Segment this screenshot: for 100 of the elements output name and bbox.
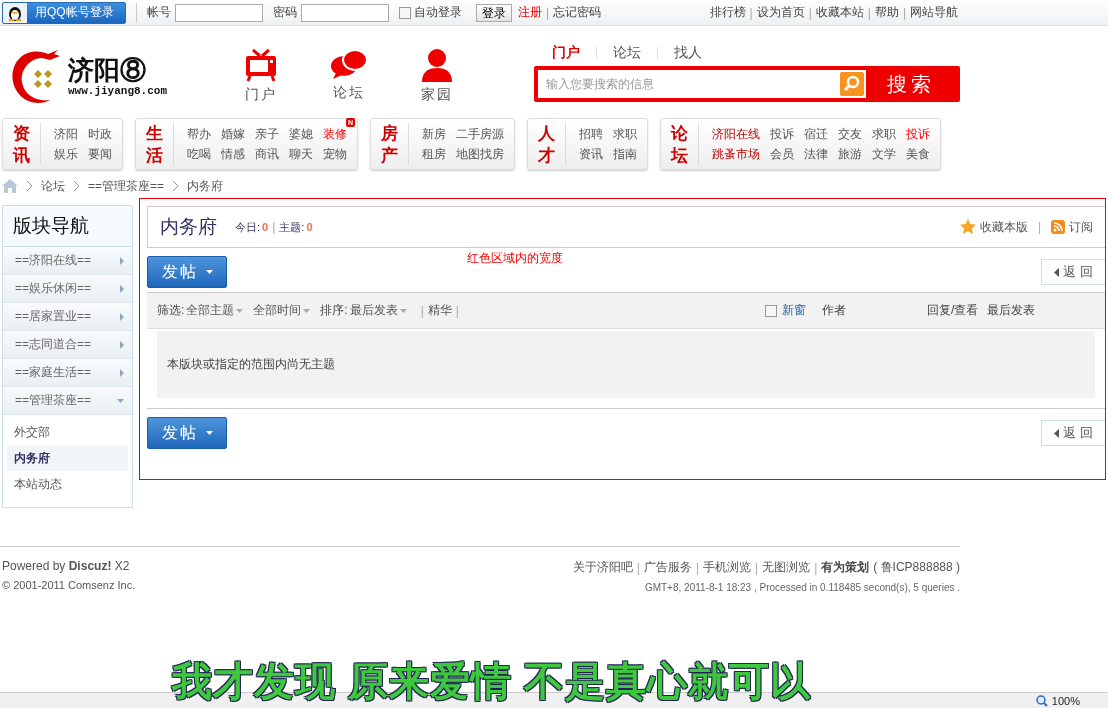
category-link[interactable]: 帮办 [187, 125, 211, 143]
separator: | [636, 560, 640, 575]
breadcrumb-link[interactable]: 论坛 [41, 177, 65, 195]
search-icon[interactable] [840, 72, 864, 96]
category-link[interactable]: 投诉 [770, 125, 794, 143]
forum-title: 内务府 [160, 215, 217, 239]
breadcrumb-link[interactable]: 内务府 [187, 177, 224, 195]
logo-text: 济阳⑧ [68, 55, 147, 85]
sidebar-item[interactable]: 外交部 [7, 419, 128, 445]
qq-login-button[interactable]: 用QQ帐号登录 [2, 1, 126, 24]
category-link[interactable]: 济阳 [54, 125, 78, 143]
new-window-option[interactable]: 新窗 [765, 302, 822, 319]
category-link[interactable]: 旅游 [838, 145, 862, 163]
filter-dropdown[interactable]: 排序: 最后发表 [320, 302, 407, 319]
footer-link[interactable]: 广告服务 [643, 559, 692, 576]
top-link[interactable]: 收藏本站 [815, 4, 864, 21]
forum-stat: 今日: 0 [235, 219, 269, 235]
category-link[interactable]: 新房 [422, 125, 446, 143]
category-link[interactable]: 装修 [323, 125, 347, 143]
caret-icon [236, 308, 244, 313]
chevron-right-icon [120, 340, 124, 349]
auto-login-checkbox[interactable] [399, 6, 411, 19]
category-link[interactable]: 亲子 [255, 125, 279, 143]
nav-item[interactable]: 门户 [238, 48, 284, 104]
sidebar-section[interactable]: ==家庭生活== [3, 359, 132, 387]
category-link[interactable]: 投诉 [906, 125, 930, 143]
chat-icon [330, 48, 368, 80]
category-link[interactable]: 情感 [221, 145, 245, 163]
search-box[interactable]: 输入您要搜索的信息 [538, 70, 866, 98]
lyric-subtitle: 我才发现 原来爱情 不是真心就可以 [172, 658, 812, 705]
back-arrow-icon [1054, 428, 1060, 438]
chevron-right-icon [120, 284, 124, 293]
sidebar-item[interactable]: 本站动态 [7, 471, 128, 497]
digest-link[interactable]: 精华 [427, 302, 452, 319]
server-info-text: GMT+8, 2011-8-1 18:23 , Processed in 0.118485 second(s), 5 queries . [644, 582, 960, 593]
category-link[interactable]: 法律 [804, 145, 828, 163]
category-link[interactable]: 聊天 [289, 145, 313, 163]
category-link[interactable]: 时政 [88, 125, 112, 143]
category-link[interactable]: 资讯 [579, 145, 603, 163]
nav-item[interactable]: 家园 [414, 48, 460, 104]
tv-icon [244, 48, 278, 82]
category-link[interactable]: 吃喝 [187, 145, 211, 163]
top-link[interactable]: 忘记密码 [553, 4, 602, 21]
sidebar-section[interactable]: ==志同道合== [3, 331, 132, 359]
account-field[interactable] [175, 3, 263, 22]
footer-link[interactable]: 关于济阳吧 [572, 559, 633, 576]
nav-item[interactable]: 论坛 [326, 48, 372, 104]
category-link[interactable]: 交友 [838, 125, 862, 143]
category-link[interactable]: 指南 [613, 145, 637, 163]
search-tab[interactable]: 论坛 [613, 44, 641, 62]
top-link[interactable]: 帮助 [874, 4, 899, 21]
back-button[interactable]: 返 回 [1041, 420, 1105, 446]
category-link[interactable]: 要闻 [88, 145, 112, 163]
search-tab[interactable]: 门户 [552, 44, 580, 62]
category-link[interactable]: 美食 [906, 145, 930, 163]
breadcrumb-link[interactable]: ==管理茶座== [88, 177, 165, 195]
post-button[interactable]: 发帖 [147, 256, 227, 288]
forum-action[interactable]: 订阅 [1051, 218, 1093, 236]
separator: | [808, 5, 812, 20]
top-link[interactable]: 网站导航 [910, 4, 958, 21]
category-link[interactable]: 招聘 [579, 125, 603, 143]
forum-action[interactable]: 收藏本版 [959, 218, 1028, 236]
sidebar-section[interactable]: ==济阳在线== [3, 247, 132, 275]
category-link[interactable]: 二手房源 [456, 125, 504, 143]
category-link[interactable]: 商讯 [255, 145, 279, 163]
sidebar-section[interactable]: ==娱乐休闲== [3, 275, 132, 303]
category-link[interactable]: 婚嫁 [221, 125, 245, 143]
home-icon[interactable] [2, 179, 18, 193]
filter-dropdown[interactable]: 筛选: 全部主题 [157, 302, 244, 319]
search-tab[interactable]: 找人 [674, 44, 702, 62]
sidebar-section[interactable]: ==管理茶座== [3, 387, 132, 415]
category-link[interactable]: 租房 [422, 145, 446, 163]
zoom-level[interactable]: 100% [1051, 694, 1080, 707]
back-button[interactable]: 返 回 [1041, 259, 1105, 285]
category-link[interactable]: 跳蚤市场 [712, 145, 760, 163]
separator: | [546, 5, 550, 20]
top-link[interactable]: 排行榜 [709, 4, 746, 21]
category-link[interactable]: 求职 [872, 125, 896, 143]
category-link[interactable]: 娱乐 [54, 145, 78, 163]
category-link[interactable]: 婆媳 [289, 125, 313, 143]
category-title: 房产 [371, 123, 409, 165]
filter-dropdown[interactable]: 全部时间 [253, 302, 311, 319]
password-field[interactable] [301, 3, 389, 22]
category-link[interactable]: 地图找房 [456, 145, 504, 163]
category-link[interactable]: 求职 [613, 125, 637, 143]
top-link[interactable]: 注册 [518, 4, 542, 21]
login-button[interactable]: 登录 [476, 3, 512, 22]
footer-link[interactable]: 手机浏览 [703, 559, 752, 576]
post-button[interactable]: 发帖 [147, 417, 227, 449]
category-link[interactable]: 宿迁 [804, 125, 828, 143]
footer-link[interactable]: 无图浏览 [762, 559, 811, 576]
category-link[interactable]: 宠物 [323, 145, 347, 163]
zoom-icon[interactable] [1035, 694, 1048, 707]
category-link[interactable]: 文学 [872, 145, 896, 163]
category-link[interactable]: 济阳在线 [712, 125, 760, 143]
sidebar-section[interactable]: ==居家置业== [3, 303, 132, 331]
category-link[interactable]: 会员 [770, 145, 794, 163]
sidebar-item[interactable]: 内务府 [7, 445, 128, 471]
top-link[interactable]: 设为首页 [756, 4, 805, 21]
icp-text: ( 鲁ICP888888 ) [873, 559, 960, 576]
